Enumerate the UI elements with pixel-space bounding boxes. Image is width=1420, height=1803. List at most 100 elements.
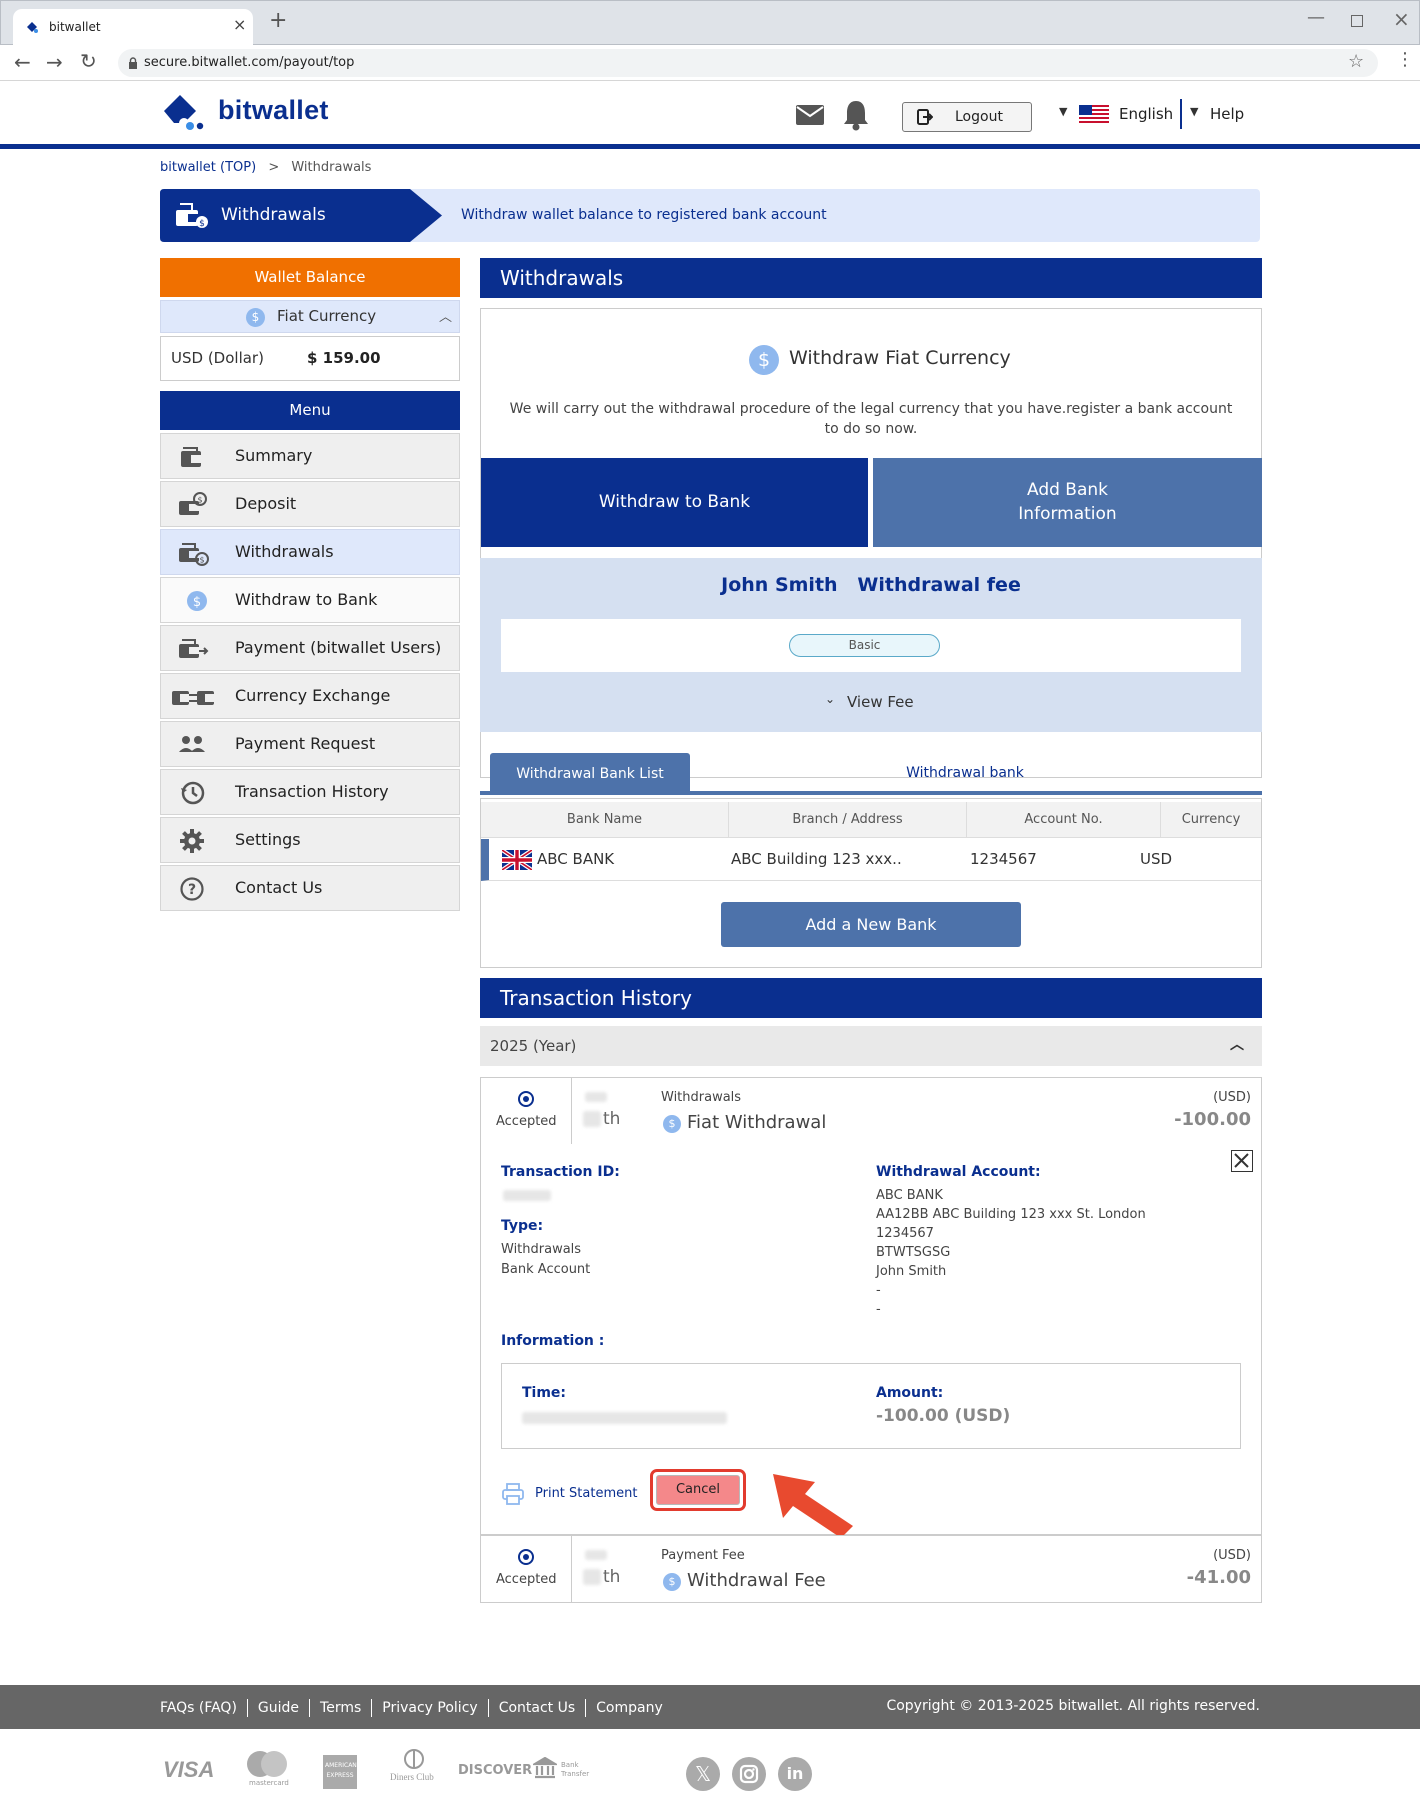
tab-withdrawal-bank-list[interactable]: Withdrawal Bank List [490, 753, 690, 795]
language-label: English [1119, 105, 1174, 123]
payment-logos: VISA mastercard AMERICAN EXPRESS Diners … [0, 1735, 1420, 1803]
sidebar-item-settings[interactable]: Settings [160, 817, 460, 863]
footer-link-company[interactable]: Company [586, 1699, 673, 1717]
browser-tab[interactable]: bitwallet × [13, 9, 253, 46]
tab-close-icon[interactable]: × [233, 15, 246, 34]
breadcrumb-current: Withdrawals [291, 160, 372, 175]
dollar-coin-icon: $ [246, 308, 265, 327]
view-fee-toggle[interactable]: ⌄ View Fee [825, 691, 945, 715]
cancel-button[interactable]: Cancel [656, 1475, 740, 1505]
type-label: Type: [501, 1218, 544, 1234]
help-menu[interactable]: ▼ Help [1190, 103, 1270, 127]
tab-title: bitwallet [49, 20, 101, 34]
forward-icon[interactable]: → [46, 50, 63, 74]
tab-withdrawal-bank[interactable]: Withdrawal bank [880, 753, 1050, 793]
chevron-down-icon: ▼ [1190, 105, 1199, 118]
language-selector[interactable]: ▼ English [1055, 103, 1175, 127]
fee-title: Withdrawal fee [857, 574, 1021, 596]
bank-transfer-label: Bank Transfer [561, 1761, 590, 1778]
history-icon [177, 780, 207, 806]
bank-transfer-logo: Bank Transfer [531, 1756, 603, 1787]
bank-list-panel: Bank Name Branch / Address Account No. C… [480, 798, 1262, 968]
footer-link-contact[interactable]: Contact Us [489, 1699, 587, 1717]
tx-category: Withdrawals [661, 1090, 742, 1105]
diners-club-logo: Diners Club [388, 1749, 440, 1793]
bell-icon[interactable] [842, 99, 870, 131]
tx-title: Withdrawal Fee [687, 1570, 826, 1591]
dollar-coin-icon: $ [177, 588, 207, 614]
transaction-row[interactable]: Accepted th Payment Fee $ Withdrawal Fee… [480, 1535, 1262, 1603]
question-icon: ? [177, 876, 207, 902]
sidebar-item-label: Payment Request [235, 734, 376, 753]
bank-table-header: Bank Name Branch / Address Account No. C… [481, 802, 1261, 838]
close-icon[interactable] [1231, 1150, 1253, 1172]
add-new-bank-label: Add a New Bank [805, 915, 937, 934]
reload-icon[interactable]: ↻ [80, 49, 97, 73]
browser-menu-icon[interactable]: ⋮ [1396, 49, 1414, 70]
instagram-icon[interactable] [732, 1757, 766, 1791]
browser-tab-strip: bitwallet × + — × [0, 0, 1420, 46]
tab-withdraw-to-bank[interactable]: Withdraw to Bank [481, 458, 868, 547]
logo[interactable]: bitwallet [160, 93, 360, 133]
banner-description: Withdraw wallet balance to registered ba… [461, 207, 827, 223]
status-cell: Accepted [481, 1536, 572, 1602]
printer-icon [501, 1482, 525, 1506]
svg-text:?: ? [188, 882, 196, 898]
window-close-icon[interactable]: × [1393, 7, 1410, 31]
back-icon[interactable]: ← [14, 50, 31, 74]
new-tab-icon[interactable]: + [269, 8, 287, 33]
blurred-day [583, 1111, 601, 1127]
window-maximize-icon[interactable] [1351, 15, 1363, 27]
mastercard-label: mastercard [249, 1779, 289, 1787]
help-label: Help [1210, 105, 1245, 123]
table-row[interactable]: ABC BANK ABC Building 123 xxx.. 1234567 … [481, 839, 1261, 881]
tab-add-bank-information[interactable]: Add Bank Information [873, 458, 1262, 547]
sidebar-item-payment-request[interactable]: Payment Request [160, 721, 460, 767]
fiat-currency-toggle[interactable]: $ Fiat Currency ︿ [160, 300, 460, 333]
add-new-bank-button[interactable]: Add a New Bank [721, 902, 1021, 947]
copyright: Copyright © 2013-2025 bitwallet. All rig… [886, 1698, 1260, 1714]
window-minimize-icon[interactable]: — [1307, 7, 1325, 28]
footer-link-privacy[interactable]: Privacy Policy [372, 1699, 489, 1717]
amount-value: -100.00 (USD) [876, 1406, 1011, 1426]
footer-link-guide[interactable]: Guide [248, 1699, 311, 1717]
sidebar-item-withdraw-to-bank[interactable]: $ Withdraw to Bank [160, 577, 460, 623]
sidebar-item-withdrawals[interactable]: $ Withdrawals [160, 529, 460, 575]
browser-toolbar: ← → ↻ secure.bitwallet.com/payout/top ☆ … [0, 45, 1420, 81]
site-header: bitwallet Logout ▼ English ▼ Help [0, 81, 1420, 149]
txid-label: Transaction ID: [501, 1164, 620, 1180]
chevron-down-icon: ▼ [1059, 105, 1068, 118]
blurred-month [585, 1092, 607, 1102]
bookmark-star-icon[interactable]: ☆ [1348, 51, 1364, 72]
year-toggle[interactable]: 2025 (Year) ︿ [480, 1026, 1262, 1066]
diners-label: Diners Club [390, 1772, 434, 1782]
mail-icon[interactable] [796, 105, 824, 125]
information-label: Information : [501, 1333, 605, 1349]
address-bar[interactable]: secure.bitwallet.com/payout/top ☆ [118, 49, 1378, 77]
sidebar-item-payment[interactable]: Payment (bitwallet Users) [160, 625, 460, 671]
footer-link-terms[interactable]: Terms [310, 1699, 373, 1717]
transaction-row[interactable]: Accepted th Withdrawals $ Fiat Withdrawa… [480, 1077, 1262, 1145]
amount-label: Amount: [876, 1385, 944, 1401]
tx-currency: (USD) [1213, 1090, 1251, 1105]
svg-text:$: $ [197, 496, 202, 505]
us-flag-icon [1079, 105, 1109, 125]
page-banner: $ Withdrawals Withdraw wallet balance to… [160, 189, 1260, 242]
history-section-header: Transaction History [480, 978, 1262, 1018]
sidebar-item-deposit[interactable]: $ Deposit [160, 481, 460, 527]
linkedin-icon[interactable]: in [778, 1757, 812, 1791]
tab-withdraw-label: Withdraw to Bank [598, 492, 751, 512]
sidebar-item-currency-exchange[interactable]: Currency Exchange [160, 673, 460, 719]
sidebar-item-summary[interactable]: Summary [160, 433, 460, 479]
logout-button[interactable]: Logout [902, 102, 1032, 132]
breadcrumb-home-link[interactable]: bitwallet (TOP) [160, 160, 256, 175]
sidebar-item-contact[interactable]: ? Contact Us [160, 865, 460, 911]
print-statement-link[interactable]: Print Statement [501, 1482, 651, 1506]
amex-logo: AMERICAN EXPRESS [323, 1755, 357, 1789]
sidebar-item-label: Payment (bitwallet Users) [235, 638, 442, 657]
x-icon[interactable]: 𝕏 [686, 1757, 720, 1791]
fee-heading: John Smith Withdrawal fee [480, 574, 1262, 596]
sidebar-item-transaction-history[interactable]: Transaction History [160, 769, 460, 815]
footer-link-faq[interactable]: FAQs (FAQ) [150, 1699, 248, 1717]
withdrawals-section-title: Withdrawals [500, 266, 624, 290]
